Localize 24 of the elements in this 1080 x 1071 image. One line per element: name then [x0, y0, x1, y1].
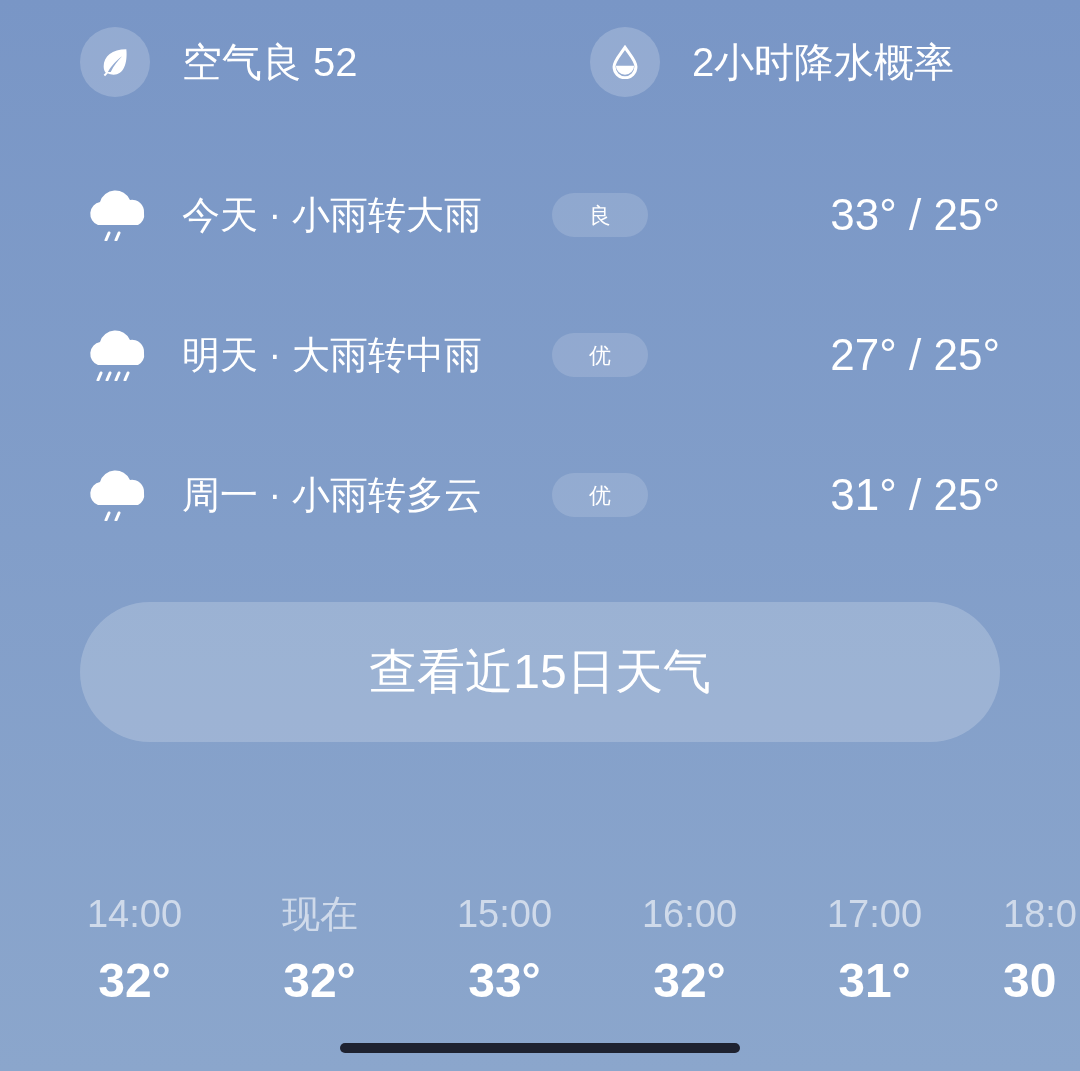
forecast-label: 明天 · 大雨转中雨: [182, 332, 483, 378]
hour-label: 18:0: [1003, 892, 1077, 937]
hour-label: 15:00: [456, 892, 553, 937]
hour-temperature: 32°: [653, 953, 726, 1009]
hour-temperature: 30: [1003, 953, 1057, 1009]
forecast-label: 今天 · 小雨转大雨: [182, 192, 483, 238]
temperature-range: 27° / 25°: [830, 329, 1000, 381]
aqi-tag: 良: [552, 193, 648, 237]
air-quality-label: 空气良 52: [182, 39, 358, 86]
hour-label: 现在: [281, 892, 358, 937]
forecast-label: 周一 · 小雨转多云: [182, 472, 483, 518]
precipitation-label: 2小时降水概率: [692, 39, 955, 86]
hour-temperature: 33°: [468, 953, 541, 1009]
hour-label: 17:00: [826, 892, 923, 937]
hour-temperature: 31°: [838, 953, 911, 1009]
aqi-tag: 优: [552, 473, 648, 517]
temperature-range: 31° / 25°: [830, 469, 1000, 521]
fifteen-day-forecast-button[interactable]: 查看近15日天气: [80, 602, 1000, 742]
hour-temperature: 32°: [283, 953, 356, 1009]
hour-label: 14:00: [86, 892, 183, 937]
hour-label: 16:00: [641, 892, 738, 937]
aqi-tag: 优: [552, 333, 648, 377]
hour-temperature: 32°: [98, 953, 171, 1009]
temperature-range: 33° / 25°: [830, 189, 1000, 241]
